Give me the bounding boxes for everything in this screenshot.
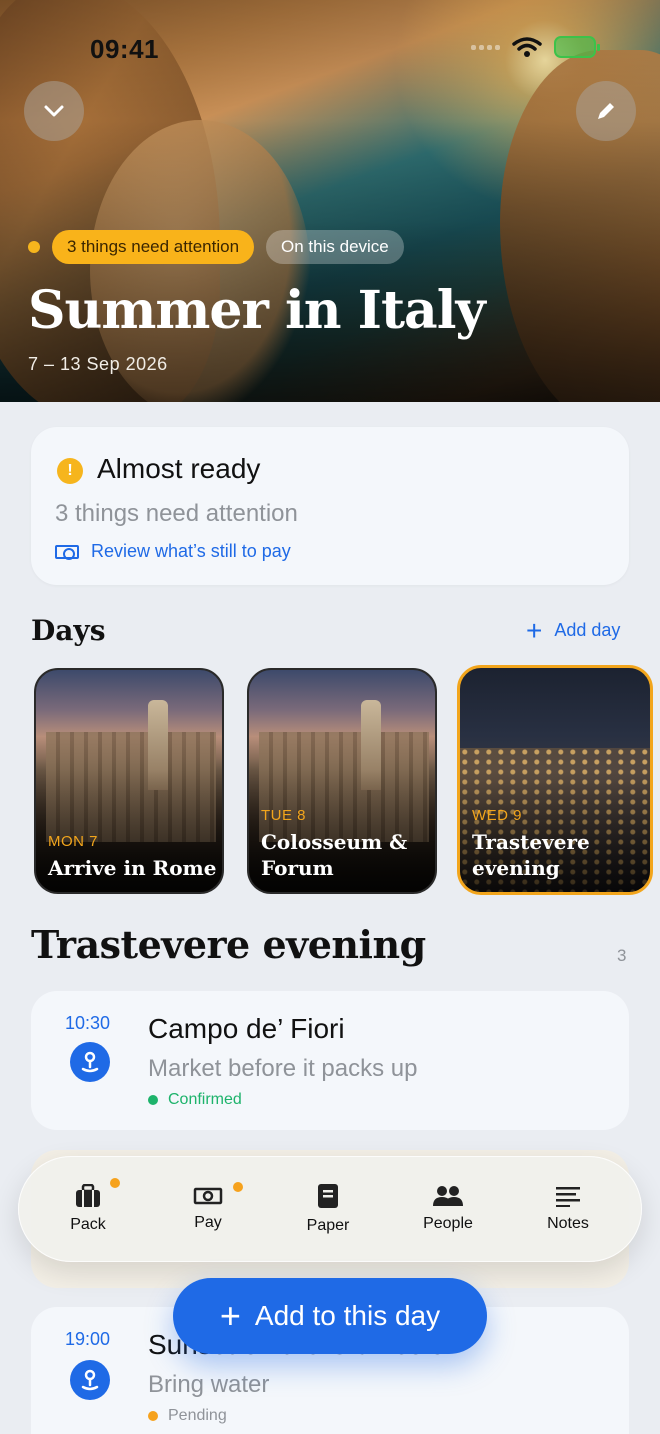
item-time: 19:00 — [65, 1329, 111, 1349]
tab-label: Pack — [70, 1216, 106, 1233]
day-name: Colosseum & Forum — [261, 830, 408, 880]
people-icon — [433, 1186, 463, 1206]
notes-icon — [556, 1187, 580, 1207]
banknote-icon — [55, 544, 79, 560]
tab-badge — [233, 1182, 243, 1192]
trip-dates: 7 – 13 Sep 2026 — [28, 354, 168, 374]
day-label: MON 7 — [48, 833, 99, 850]
day-card-wed-9[interactable]: WED 9 Trastevere evening — [457, 665, 653, 895]
day-card-tue-8[interactable]: TUE 8 Colosseum & Forum — [247, 668, 437, 894]
days-heading: Days — [31, 614, 106, 647]
day-name: Trastevere evening — [472, 830, 590, 880]
wifi-icon — [512, 37, 542, 57]
trip-title: Summer in Italy — [28, 280, 486, 341]
hero-chips: 3 things need attention On this device — [28, 230, 404, 264]
location-pin-icon — [70, 1042, 110, 1082]
storage-chip[interactable]: On this device — [266, 230, 404, 264]
tab-label: Paper — [306, 1217, 350, 1234]
day-label: TUE 8 — [261, 807, 307, 824]
chevron-down-icon — [44, 105, 64, 117]
review-payments-link[interactable]: Review what’s still to pay — [55, 541, 291, 562]
day-section-title: Trastevere evening — [31, 922, 426, 967]
attention-chip[interactable]: 3 things need attention — [52, 230, 255, 264]
tab-pay[interactable]: Pay — [148, 1156, 268, 1262]
item-status: Confirmed — [148, 1091, 242, 1109]
tab-label: Notes — [547, 1215, 589, 1232]
readiness-subtitle: 3 things need attention — [55, 500, 298, 527]
add-to-day-button[interactable]: + Add to this day — [173, 1278, 487, 1354]
item-subtitle: Bring water — [148, 1371, 270, 1398]
tab-badge — [110, 1178, 120, 1188]
item-time: 10:30 — [65, 1013, 111, 1033]
attention-dot — [28, 241, 40, 253]
pencil-icon — [598, 103, 614, 119]
item-subtitle: Market before it packs up — [148, 1055, 418, 1082]
review-payments-label: Review what’s still to pay — [91, 541, 291, 561]
tab-people[interactable]: People — [388, 1156, 508, 1262]
day-label: WED 9 — [472, 807, 523, 824]
battery-icon — [554, 36, 600, 58]
banknote-icon — [193, 1187, 223, 1205]
item-status-label: Confirmed — [168, 1091, 242, 1108]
bottom-tab-bar: Pack Pay Paper People Notes — [18, 1156, 642, 1262]
collapse-button[interactable] — [24, 81, 84, 141]
day-card-mon-7[interactable]: MON 7 Arrive in Rome — [34, 668, 224, 894]
trip-hero: 09:41 3 things need attention On this de… — [0, 0, 660, 402]
item-status: Pending — [148, 1407, 227, 1425]
tab-label: Pay — [194, 1214, 222, 1231]
cellular-signal-icon — [471, 44, 500, 50]
item-status-label: Pending — [168, 1407, 227, 1424]
location-pin-icon — [70, 1360, 110, 1400]
tab-label: People — [423, 1215, 473, 1232]
day-item-count: 3 — [617, 946, 627, 965]
day-name: Arrive in Rome — [48, 856, 217, 880]
itinerary-item[interactable]: 10:30 Campo de’ Fiori Market before it p… — [31, 991, 629, 1130]
status-icons — [471, 36, 600, 58]
tab-notes[interactable]: Notes — [508, 1156, 628, 1262]
item-title: Campo de’ Fiori — [148, 1013, 345, 1044]
suitcase-icon — [76, 1184, 100, 1207]
add-day-label: Add day — [554, 620, 621, 640]
edit-trip-button[interactable] — [576, 81, 636, 141]
add-to-day-label: Add to this day — [254, 1300, 441, 1331]
status-dot — [148, 1411, 158, 1421]
status-dot — [148, 1095, 158, 1105]
status-time: 09:41 — [90, 34, 159, 64]
tab-pack[interactable]: Pack — [28, 1156, 148, 1262]
tab-paper[interactable]: Paper — [268, 1156, 388, 1262]
readiness-card[interactable]: ! Almost ready 3 things need attention R… — [31, 427, 629, 585]
warning-icon: ! — [57, 458, 83, 484]
plus-icon: + — [219, 1295, 241, 1336]
plus-icon: + — [526, 614, 543, 646]
readiness-title: Almost ready — [97, 453, 261, 484]
document-icon — [318, 1184, 338, 1208]
add-day-button[interactable]: + Add day — [526, 614, 621, 646]
